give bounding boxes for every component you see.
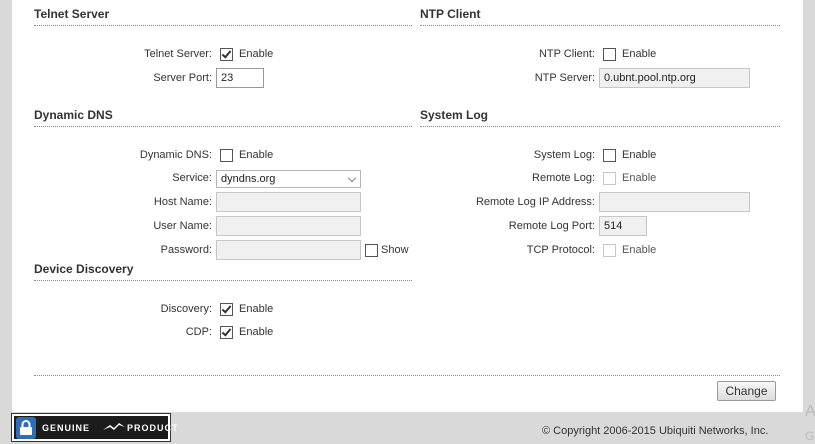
tcp-protocol-enable-label: Enable bbox=[622, 244, 657, 256]
checkmark-icon bbox=[221, 326, 232, 337]
user-name-label: User Name: bbox=[153, 220, 212, 232]
cdp-enable-label: Enable bbox=[239, 326, 274, 338]
lock-icon bbox=[16, 417, 36, 439]
ntp-client-checkbox[interactable] bbox=[603, 48, 616, 61]
user-name-input[interactable] bbox=[216, 216, 361, 236]
ntp-client-label: NTP Client: bbox=[538, 48, 595, 60]
remote-log-port-label: Remote Log Port: bbox=[508, 220, 595, 232]
ntp-server-label: NTP Server: bbox=[534, 72, 595, 84]
service-select-value: dyndns.org bbox=[221, 173, 276, 185]
system-log-label: System Log: bbox=[533, 149, 595, 161]
ntp-client-enable-label: Enable bbox=[622, 48, 657, 60]
form-divider bbox=[34, 375, 780, 376]
dynamic-dns-title: Dynamic DNS bbox=[34, 108, 412, 127]
copyright-text: © Copyright 2006-2015 Ubiquiti Networks,… bbox=[542, 425, 769, 437]
discovery-checkbox[interactable] bbox=[220, 303, 233, 316]
service-select[interactable]: dyndns.org bbox=[216, 170, 361, 188]
telnet-server-label: Telnet Server: bbox=[144, 48, 212, 60]
service-label: Service: bbox=[172, 172, 212, 184]
tcp-protocol-checkbox[interactable] bbox=[603, 244, 616, 257]
remote-log-label: Remote Log: bbox=[532, 172, 595, 184]
password-input[interactable] bbox=[216, 240, 361, 260]
ubiquiti-logo-icon bbox=[102, 421, 126, 435]
edge-letter-a: A bbox=[805, 403, 815, 420]
telnet-server-title: Telnet Server bbox=[34, 7, 412, 26]
dynamic-dns-checkbox[interactable] bbox=[220, 149, 233, 162]
checkmark-icon bbox=[221, 48, 232, 59]
remote-log-port-input[interactable] bbox=[599, 216, 647, 236]
cdp-label: CDP: bbox=[185, 326, 212, 338]
remote-log-enable-label: Enable bbox=[622, 172, 657, 184]
password-label: Password: bbox=[160, 244, 212, 256]
edge-letter-g: G bbox=[805, 429, 815, 443]
device-discovery-title: Device Discovery bbox=[34, 262, 412, 281]
checkmark-icon bbox=[221, 303, 232, 314]
discovery-enable-label: Enable bbox=[239, 303, 274, 315]
remote-log-ip-label: Remote Log IP Address: bbox=[475, 196, 595, 208]
show-password-checkbox[interactable] bbox=[365, 244, 378, 257]
remote-log-ip-input[interactable] bbox=[599, 192, 750, 212]
remote-log-checkbox[interactable] bbox=[603, 172, 616, 185]
system-log-enable-label: Enable bbox=[622, 149, 657, 161]
cdp-checkbox[interactable] bbox=[220, 326, 233, 339]
system-log-checkbox[interactable] bbox=[603, 149, 616, 162]
chevron-down-icon bbox=[347, 173, 357, 183]
host-name-input[interactable] bbox=[216, 192, 361, 212]
server-port-label: Server Port: bbox=[153, 72, 212, 84]
badge-genuine-text: GENUINE bbox=[42, 423, 91, 433]
genuine-product-badge[interactable]: GENUINE PRODUCT bbox=[11, 413, 178, 442]
telnet-server-checkbox[interactable] bbox=[220, 48, 233, 61]
change-button[interactable]: Change bbox=[717, 381, 776, 401]
badge-product-text: PRODUCT bbox=[127, 423, 179, 433]
server-port-input[interactable] bbox=[216, 68, 264, 88]
dynamic-dns-label: Dynamic DNS: bbox=[139, 149, 212, 161]
ntp-server-input[interactable] bbox=[599, 68, 750, 88]
system-log-title: System Log bbox=[420, 108, 780, 127]
discovery-label: Discovery: bbox=[160, 303, 212, 315]
dynamic-dns-enable-label: Enable bbox=[239, 149, 274, 161]
ntp-client-title: NTP Client bbox=[420, 7, 780, 26]
telnet-server-enable-label: Enable bbox=[239, 48, 274, 60]
tcp-protocol-label: TCP Protocol: bbox=[526, 244, 595, 256]
show-password-label: Show bbox=[381, 244, 409, 256]
host-name-label: Host Name: bbox=[153, 196, 212, 208]
